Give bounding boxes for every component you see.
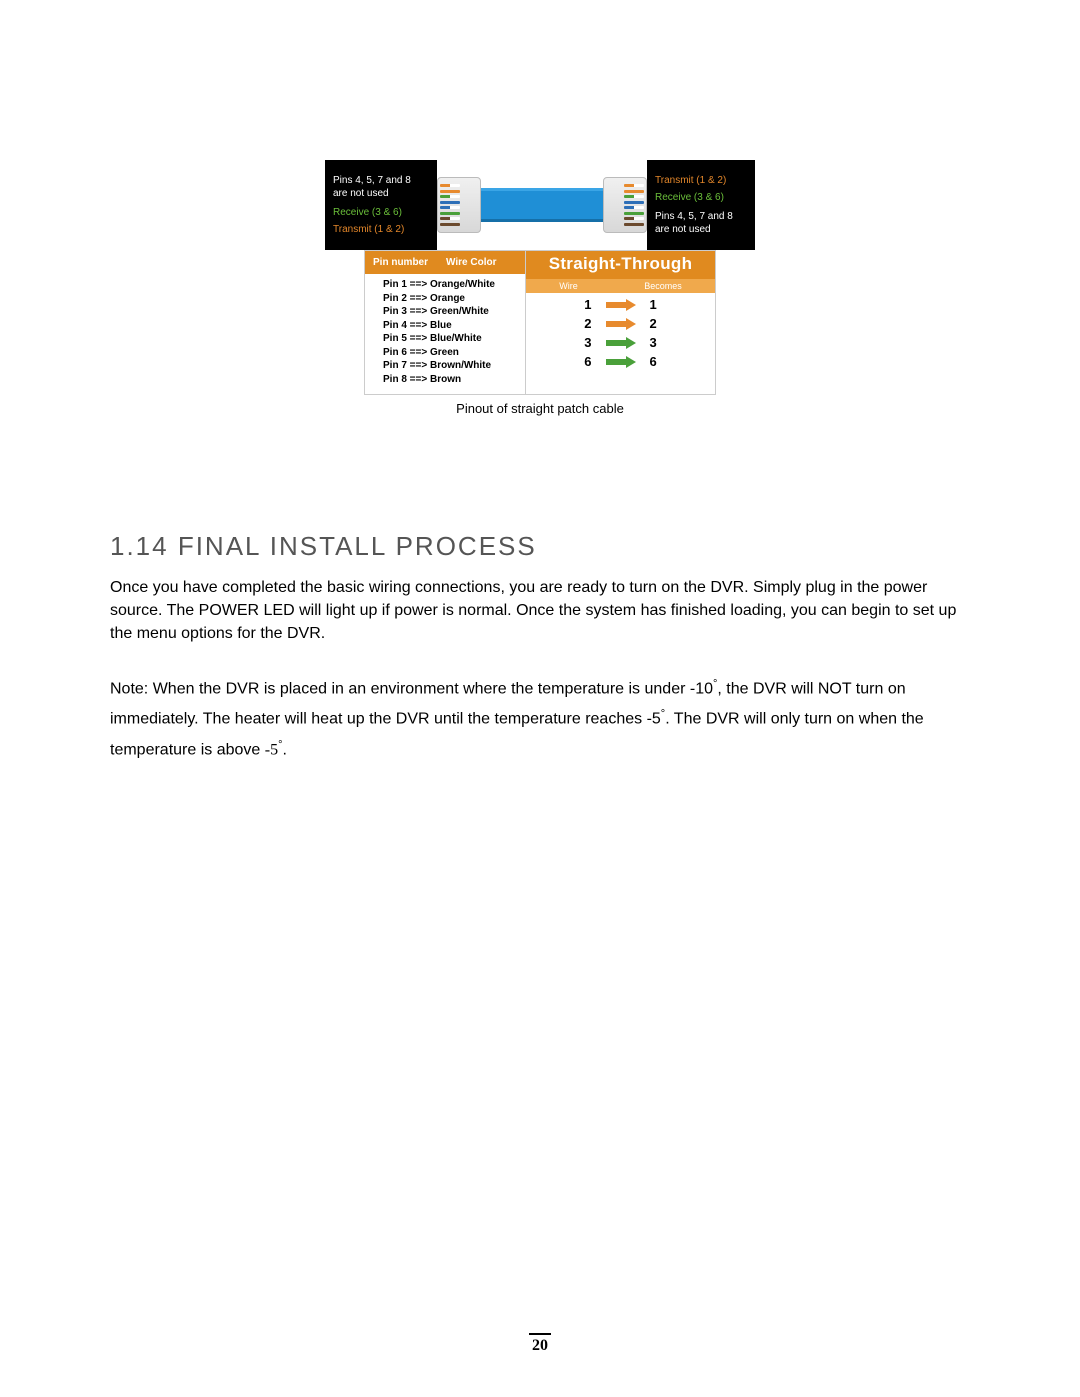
- pin-number-table: Pin number Wire Color Pin 1 ==> Orange/W…: [365, 251, 526, 394]
- diagram-caption: Pinout of straight patch cable: [325, 401, 755, 416]
- mapping-row: 6 6: [536, 354, 705, 369]
- wire-to: 3: [650, 335, 657, 350]
- mapping-row: 2 2: [536, 316, 705, 331]
- wire-to: 2: [650, 316, 657, 331]
- cable-illustration: Pins 4, 5, 7 and 8 are not used Receive …: [325, 160, 755, 250]
- page-number-rule: [529, 1333, 551, 1335]
- pin-table-body: Pin 1 ==> Orange/White Pin 2 ==> Orange …: [365, 274, 525, 394]
- wire-to: 1: [650, 297, 657, 312]
- right-label-box: Transmit (1 & 2) Receive (3 & 6) Pins 4,…: [647, 160, 755, 250]
- straight-through-title: Straight-Through: [526, 251, 715, 279]
- arrow-icon: [606, 320, 636, 328]
- pin-row: Pin 7 ==> Brown/White: [383, 359, 515, 373]
- cable-icon: [479, 188, 605, 222]
- section-paragraph: Once you have completed the basic wiring…: [110, 576, 970, 646]
- note-text: When the DVR is placed in an environment…: [148, 680, 713, 697]
- arrow-icon: [606, 358, 636, 366]
- pin-row: Pin 8 ==> Brown: [383, 373, 515, 387]
- unused-pins-label-2: are not used: [333, 187, 431, 200]
- pin-row: Pin 4 ==> Blue: [383, 319, 515, 333]
- header-pin: Pin number: [373, 257, 428, 268]
- pin-table-header: Pin number Wire Color: [365, 251, 525, 274]
- header-color: Wire Color: [446, 257, 496, 268]
- wire-from: 2: [584, 316, 591, 331]
- unused-pins-label: Pins 4, 5, 7 and 8: [333, 174, 431, 187]
- section-heading: 1.14 FINAL INSTALL PROCESS: [110, 531, 970, 562]
- straight-through-header: Wire Becomes: [526, 279, 715, 293]
- mapping-row: 3 3: [536, 335, 705, 350]
- header-becomes: Becomes: [644, 281, 682, 291]
- straight-through-body: 1 1 2 2 3 3 6: [526, 293, 715, 377]
- transmit-label: Transmit (1 & 2): [333, 223, 431, 236]
- cable-graphic: [437, 160, 647, 250]
- page-number: 20: [529, 1333, 551, 1355]
- rj45-right-icon: [603, 177, 647, 233]
- note-text: .: [282, 741, 286, 758]
- wire-from: 6: [584, 354, 591, 369]
- mapping-row: 1 1: [536, 297, 705, 312]
- arrow-icon: [606, 301, 636, 309]
- wire-to: 6: [650, 354, 657, 369]
- arrow-icon: [606, 339, 636, 347]
- pin-row: Pin 2 ==> Orange: [383, 292, 515, 306]
- pin-row: Pin 3 ==> Green/White: [383, 305, 515, 319]
- receive-label: Receive (3 & 6): [333, 206, 431, 219]
- page-number-value: 20: [532, 1337, 548, 1354]
- page: Pins 4, 5, 7 and 8 are not used Receive …: [0, 0, 1080, 1397]
- pinout-tables: Pin number Wire Color Pin 1 ==> Orange/W…: [364, 250, 716, 395]
- note-text: , the DVR will: [717, 680, 817, 697]
- note-label: Note:: [110, 680, 148, 697]
- unused-pins-label: Pins 4, 5, 7 and 8: [655, 210, 749, 223]
- rj45-left-icon: [437, 177, 481, 233]
- straight-through-table: Straight-Through Wire Becomes 1 1 2 2: [526, 251, 715, 394]
- pin-row: Pin 1 ==> Orange/White: [383, 278, 515, 292]
- pin-row: Pin 6 ==> Green: [383, 346, 515, 360]
- note-not: NOT: [818, 680, 851, 697]
- header-wire: Wire: [559, 281, 578, 291]
- receive-label: Receive (3 & 6): [655, 191, 749, 204]
- wire-from: 1: [584, 297, 591, 312]
- unused-pins-label-2: are not used: [655, 223, 749, 236]
- pin-row: Pin 5 ==> Blue/White: [383, 332, 515, 346]
- pinout-diagram: Pins 4, 5, 7 and 8 are not used Receive …: [325, 160, 755, 416]
- transmit-label: Transmit (1 & 2): [655, 174, 749, 187]
- wire-from: 3: [584, 335, 591, 350]
- note-paragraph: Note: When the DVR is placed in an envir…: [110, 674, 970, 766]
- note-minus5: -5: [265, 741, 278, 758]
- left-label-box: Pins 4, 5, 7 and 8 are not used Receive …: [325, 160, 437, 250]
